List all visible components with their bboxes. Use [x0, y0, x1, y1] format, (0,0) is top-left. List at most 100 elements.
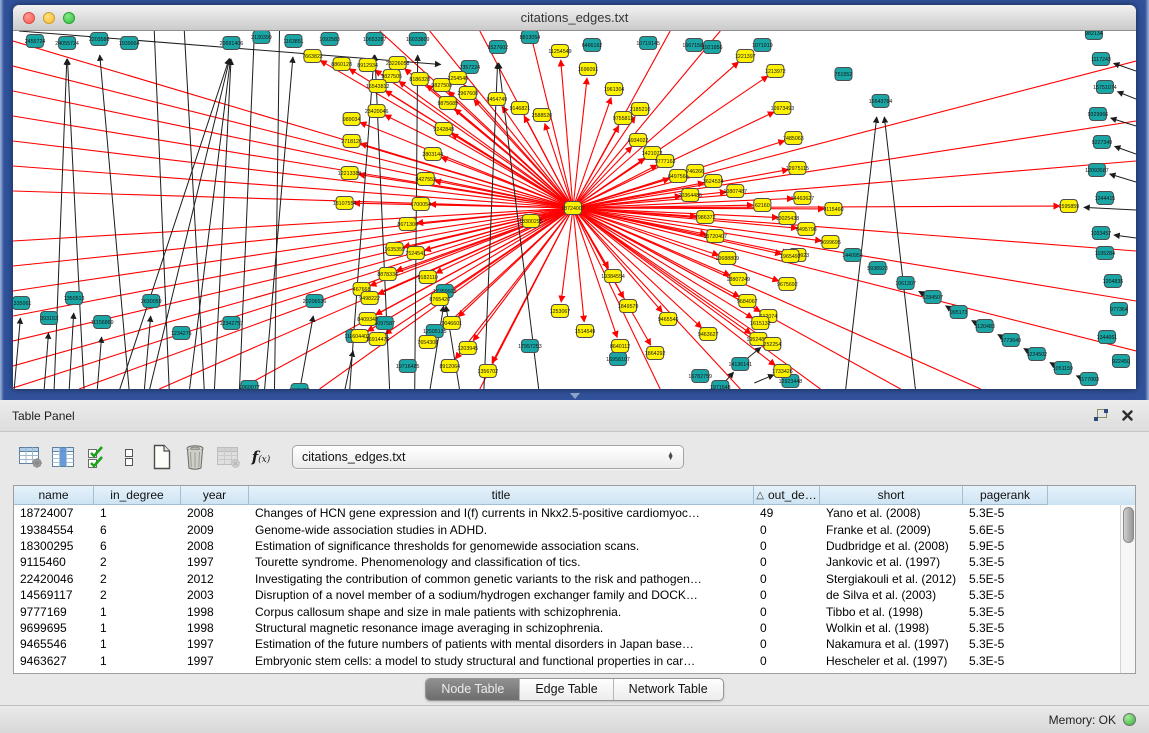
- table-row[interactable]: 1830029562008Estimation of significance …: [14, 538, 1135, 554]
- table-cell: Hescheler et al. (1997): [820, 654, 963, 668]
- graph-edge: [144, 316, 150, 389]
- graph-node-label: 9755812: [613, 116, 634, 122]
- table-row[interactable]: 946362711997Embryonic stem cells: a mode…: [14, 653, 1135, 669]
- graph-edge: [754, 375, 774, 383]
- close-window-button[interactable]: [23, 12, 35, 24]
- graph-node-label: 1244415: [1095, 196, 1116, 202]
- table-row[interactable]: 1456911722003Disruption of a novel membe…: [14, 587, 1135, 603]
- graph-node-label: 24055724: [55, 41, 79, 47]
- graph-node-label: 1733426: [772, 369, 793, 375]
- function-builder-icon[interactable]: f(x): [247, 442, 275, 472]
- graph-node-label: 8495798: [796, 227, 817, 233]
- table-row[interactable]: 911546021997Tourette syndrome. Phenomeno…: [14, 554, 1135, 570]
- table-cell: 0: [754, 588, 820, 602]
- table-cell: 2012: [181, 572, 249, 586]
- column-header-name[interactable]: name: [14, 486, 94, 505]
- column-header-title[interactable]: title: [249, 486, 754, 505]
- table-cell: Stergiakouli et al. (2012): [820, 572, 963, 586]
- graph-node-label: 989034: [343, 117, 361, 123]
- minimize-window-button[interactable]: [43, 12, 55, 24]
- memory-status-icon: [1123, 713, 1136, 726]
- table-select-dropdown[interactable]: citations_edges.txt ▲▼: [292, 445, 684, 469]
- graph-node-label: 1234275: [171, 331, 192, 337]
- splitter-grip[interactable]: [570, 393, 580, 399]
- graph-node-label: 10973493: [771, 106, 795, 112]
- graph-node-label: 9046601: [441, 321, 462, 327]
- table-cell: Wolkin et al. (1998): [820, 621, 963, 635]
- graph-node-label: 9465546: [658, 317, 679, 323]
- graph-node-label: 16643784: [869, 99, 893, 105]
- graph-node-label: 11156869: [91, 320, 114, 326]
- tab-edge-table[interactable]: Edge Table: [520, 679, 613, 700]
- column-header-year[interactable]: year: [181, 486, 249, 505]
- graph-node-label: 1213972: [765, 69, 786, 75]
- graph-edge: [154, 31, 169, 389]
- graph-edge: [1117, 92, 1136, 99]
- table-cell: Estimation of significance thresholds fo…: [249, 539, 754, 553]
- graph-node-label: 9777163: [655, 159, 676, 165]
- column-select-icon[interactable]: [49, 442, 77, 472]
- select-rows-icon[interactable]: [82, 442, 110, 472]
- graph-node-label: 9182110: [418, 275, 438, 281]
- graph-node-label: 1635359: [384, 247, 405, 253]
- graph-node-label: 1051159: [1053, 366, 1073, 372]
- row-height-icon[interactable]: [115, 442, 143, 472]
- table-cell: 2: [94, 572, 181, 586]
- table-row[interactable]: 2242004622012Investigating the contribut…: [14, 571, 1135, 587]
- float-panel-icon[interactable]: [1091, 407, 1111, 425]
- graph-edge: [360, 144, 573, 208]
- graph-node-label: 1204835: [1103, 279, 1124, 285]
- graph-node-label: 9773649: [1000, 338, 1021, 344]
- graph-node-label: 8878334: [377, 272, 398, 278]
- table-cell: Tourette syndrome. Phenomenology and cla…: [249, 555, 754, 569]
- column-header-out_de[interactable]: △out_de…: [754, 486, 820, 505]
- new-table-icon[interactable]: [148, 442, 176, 472]
- tab-network-table[interactable]: Network Table: [614, 679, 723, 700]
- graph-node-label: 1221397: [735, 54, 756, 60]
- table-row[interactable]: 977716911998Corpus callosum shape and si…: [14, 603, 1135, 619]
- table-body: 1872400712008Changes of HCN gene express…: [14, 505, 1135, 669]
- graph-node-label: 1092450: [289, 388, 310, 389]
- graph-node-label: 1254546: [447, 76, 468, 82]
- table-row[interactable]: 969969511998Structural magnetic resonanc…: [14, 620, 1135, 636]
- table-scrollbar[interactable]: [1120, 505, 1135, 673]
- column-header-short[interactable]: short: [820, 486, 963, 505]
- graph-node-label: 1092583: [319, 37, 340, 43]
- graph-node-label: 1965492: [780, 254, 801, 260]
- network-window-titlebar[interactable]: citations_edges.txt: [13, 5, 1136, 31]
- table-cell: 0: [754, 637, 820, 651]
- graph-node-label: 1344661: [1097, 335, 1118, 341]
- table-cell: 18724007: [14, 506, 94, 520]
- table-row[interactable]: 1938455462009Genome-wide association stu…: [14, 521, 1135, 537]
- import-table-icon[interactable]: [214, 442, 242, 472]
- graph-node-label: 7986372: [695, 215, 716, 221]
- graph-node-label: 8860128: [331, 62, 352, 68]
- citation-graph[interactable]: 2455724240557242203586193996420691406213…: [13, 31, 1136, 389]
- network-canvas[interactable]: 2455724240557242203586193996420691406213…: [13, 31, 1136, 389]
- table-cell: 2: [94, 588, 181, 602]
- graph-node-label: 3624534: [703, 179, 724, 185]
- table-row[interactable]: 946554611997Estimation of the future num…: [14, 636, 1135, 652]
- tab-node-table[interactable]: Node Table: [426, 679, 520, 700]
- zoom-window-button[interactable]: [63, 12, 75, 24]
- table-row[interactable]: 1872400712008Changes of HCN gene express…: [14, 505, 1135, 521]
- graph-node-label: 19384554: [601, 274, 625, 280]
- graph-node-label: 1961304: [604, 87, 625, 93]
- table-cell: Corpus callosum shape and size in male p…: [249, 605, 754, 619]
- close-panel-icon[interactable]: [1117, 407, 1137, 425]
- table-cell: Jankovic et al. (1997): [820, 555, 963, 569]
- table-scrollbar-thumb[interactable]: [1123, 507, 1134, 543]
- table-cell: de Silva et al. (2003): [820, 588, 963, 602]
- network-desktop: citations_edges.txt 24557242405572422035…: [0, 0, 1149, 400]
- graph-edge: [561, 60, 573, 208]
- graph-edge: [1110, 174, 1136, 182]
- column-header-pagerank[interactable]: pagerank: [963, 486, 1048, 505]
- graph-node-label: 9463627: [698, 332, 719, 338]
- column-header-in_degree[interactable]: in_degree: [94, 486, 181, 505]
- table-settings-icon[interactable]: [16, 442, 44, 472]
- table-cell: 14569117: [14, 588, 94, 602]
- table-cell: 0: [754, 621, 820, 635]
- delete-table-icon[interactable]: [181, 442, 209, 472]
- graph-node-label: 9329966: [1088, 112, 1109, 118]
- graph-node-label: 922450: [1112, 359, 1130, 365]
